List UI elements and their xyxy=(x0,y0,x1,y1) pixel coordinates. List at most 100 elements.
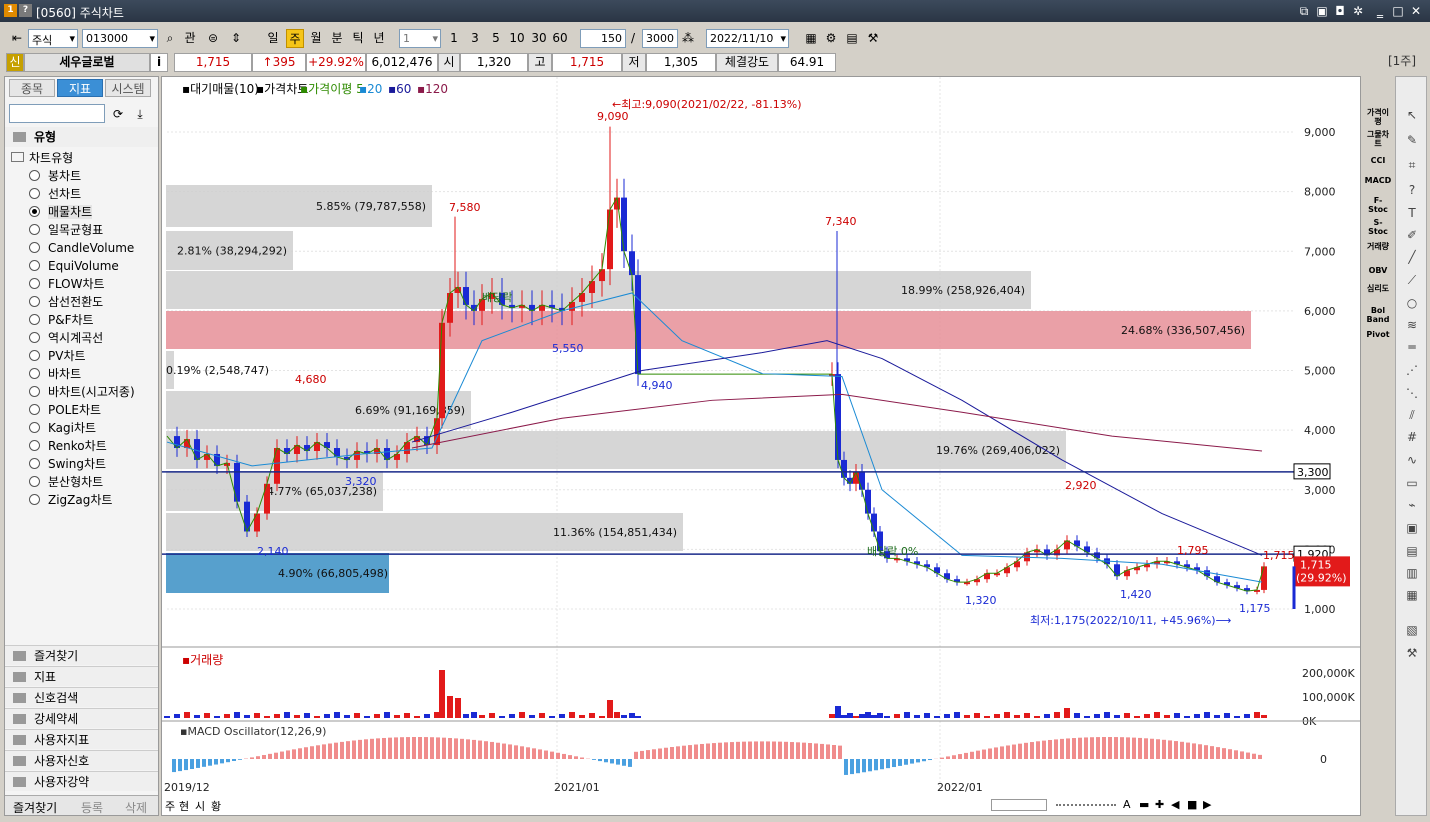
search-icon[interactable]: ⌕ xyxy=(161,29,179,48)
interval-select[interactable]: 1 ▾ xyxy=(399,29,441,48)
minimize-icon[interactable]: ‗ xyxy=(1372,3,1388,19)
interval-5[interactable]: 5 xyxy=(488,29,504,48)
tab-indicator[interactable]: 지표 xyxy=(57,79,103,97)
eraser-icon[interactable]: ✎ xyxy=(1404,132,1420,148)
chart-tool-icon[interactable]: ▦ xyxy=(1404,587,1420,603)
nav-btn-1[interactable]: 현 xyxy=(179,798,189,814)
folder-item[interactable]: 강세약세 xyxy=(5,708,158,728)
folder-item[interactable]: 사용자지표 xyxy=(5,729,158,749)
folder-item[interactable]: 신호검색 xyxy=(5,687,158,707)
interval-10[interactable]: 10 xyxy=(507,29,527,48)
code-input[interactable]: 013000 ▾ xyxy=(82,29,158,48)
div-icon[interactable]: ▧ xyxy=(1404,622,1420,638)
radio-icon[interactable] xyxy=(29,260,40,271)
prev-button[interactable]: ◀ xyxy=(1171,798,1179,811)
print-icon[interactable]: ▦ xyxy=(802,29,820,48)
nav-btn-0[interactable]: 주 xyxy=(165,798,175,814)
radio-icon[interactable] xyxy=(29,332,40,343)
indicator-button[interactable]: 심리도 xyxy=(1364,284,1392,293)
gear-icon[interactable]: ✲ xyxy=(1350,3,1366,19)
wrench-icon[interactable]: ⚒ xyxy=(1404,645,1420,661)
bar-tool-icon[interactable]: ▥ xyxy=(1404,565,1420,581)
gwan-button[interactable]: 관 xyxy=(181,29,199,48)
radio-icon[interactable] xyxy=(29,494,40,505)
radio-icon[interactable] xyxy=(29,224,40,235)
close-icon[interactable]: ✕ xyxy=(1408,3,1424,19)
chart-type-option[interactable]: 바차트 xyxy=(29,365,81,383)
count-input[interactable]: 150 xyxy=(580,29,626,48)
line-icon[interactable]: ╱ xyxy=(1404,249,1420,265)
chart-type-option[interactable]: ZigZag차트 xyxy=(29,491,112,509)
trend-line-icon[interactable]: ⟋ xyxy=(1404,272,1420,288)
period-day[interactable]: 일 xyxy=(264,29,282,48)
hline-icon[interactable]: ═ xyxy=(1404,339,1420,355)
chart-type-option[interactable]: Kagi차트 xyxy=(29,419,96,437)
stop-button[interactable]: ■ xyxy=(1187,798,1197,811)
interval-1[interactable]: 1 xyxy=(446,29,462,48)
chart-type-option[interactable]: 선차트 xyxy=(29,185,81,203)
next-button[interactable]: ▶ xyxy=(1203,798,1211,811)
chart-type-option[interactable]: 역시계곡선 xyxy=(29,329,103,347)
interval-3[interactable]: 3 xyxy=(467,29,483,48)
radio-icon[interactable] xyxy=(29,440,40,451)
radio-icon[interactable] xyxy=(29,386,40,397)
folder-item[interactable]: 즐겨찾기 xyxy=(5,645,158,665)
folder-item[interactable]: 사용자강약 xyxy=(5,771,158,791)
market-select[interactable]: 주식 ▾ xyxy=(28,29,78,48)
tab-stock[interactable]: 종목 xyxy=(9,79,55,97)
gann-icon[interactable]: ⋰ xyxy=(1404,362,1420,378)
radio-icon[interactable] xyxy=(29,242,40,253)
link-icon[interactable]: ⧉ xyxy=(1296,3,1312,19)
radio-icon[interactable] xyxy=(29,170,40,181)
radio-icon[interactable] xyxy=(29,314,40,325)
refresh-icon[interactable]: ⟳ xyxy=(109,105,127,124)
maximize-icon[interactable]: □ xyxy=(1390,3,1406,19)
help-icon[interactable]: ? xyxy=(19,4,32,17)
chart-type-option[interactable]: FLOW차트 xyxy=(29,275,105,293)
radio-icon[interactable] xyxy=(29,458,40,469)
box-icon[interactable]: ▭ xyxy=(1404,475,1420,491)
folder-item[interactable]: 사용자신호 xyxy=(5,750,158,770)
indicator-button[interactable]: 거래량 xyxy=(1364,242,1392,251)
camera-icon[interactable]: ◘ xyxy=(1332,3,1348,19)
indicator-button[interactable]: Pivot xyxy=(1364,330,1392,339)
save-icon[interactable]: ▣ xyxy=(1314,3,1330,19)
indicator-button[interactable]: 가격이평 xyxy=(1364,108,1392,126)
register-button[interactable]: 등록 xyxy=(81,799,103,816)
scroll-track[interactable] xyxy=(991,799,1047,811)
download-icon[interactable]: ⤓ xyxy=(131,105,149,124)
radio-icon[interactable] xyxy=(29,368,40,379)
indicator-button[interactable]: Bol Band xyxy=(1364,306,1392,324)
folder-item[interactable]: 지표 xyxy=(5,666,158,686)
radio-icon[interactable] xyxy=(29,422,40,433)
chart-type-option[interactable]: 바차트(시고저종) xyxy=(29,383,135,401)
interval-60[interactable]: 60 xyxy=(550,29,570,48)
pencil-icon[interactable]: ✐ xyxy=(1404,227,1420,243)
total-input[interactable]: 3000 xyxy=(642,29,678,48)
chart-type-option[interactable]: 매물차트 xyxy=(29,203,93,221)
tools-icon[interactable]: ⚒ xyxy=(864,29,882,48)
tree-root[interactable]: 차트유형 xyxy=(11,149,73,166)
save-icon[interactable]: ▤ xyxy=(843,29,861,48)
chart-type-option[interactable]: EquiVolume xyxy=(29,257,119,275)
wave-icon[interactable]: ∿ xyxy=(1404,452,1420,468)
indicator-button[interactable]: S-Stoc xyxy=(1364,218,1392,236)
indicator-button[interactable]: CCI xyxy=(1364,156,1392,165)
legend-item[interactable]: ▪20 xyxy=(359,82,382,96)
chart-type-option[interactable]: P&F차트 xyxy=(29,311,94,329)
chart-type-option[interactable]: Swing차트 xyxy=(29,455,106,473)
prev-stock-icon[interactable]: ⇤ xyxy=(8,29,26,48)
zoom-out-button[interactable]: ▬ xyxy=(1139,798,1149,811)
radio-icon[interactable] xyxy=(29,206,40,217)
period-month[interactable]: 월 xyxy=(307,29,325,48)
legend-item[interactable]: ▪120 xyxy=(417,82,448,96)
font-a-button[interactable]: A xyxy=(1123,798,1131,811)
fan-icon[interactable]: ⋱ xyxy=(1404,385,1420,401)
indicator-button[interactable]: F-Stoc xyxy=(1364,196,1392,214)
radio-icon[interactable] xyxy=(29,188,40,199)
chart-type-option[interactable]: 삼선전환도 xyxy=(29,293,103,311)
period-year[interactable]: 년 xyxy=(370,29,388,48)
settings-icon[interactable]: ⚙ xyxy=(822,29,840,48)
legend-item[interactable]: ▪가격이평 5 xyxy=(300,82,364,96)
radio-icon[interactable] xyxy=(29,350,40,361)
